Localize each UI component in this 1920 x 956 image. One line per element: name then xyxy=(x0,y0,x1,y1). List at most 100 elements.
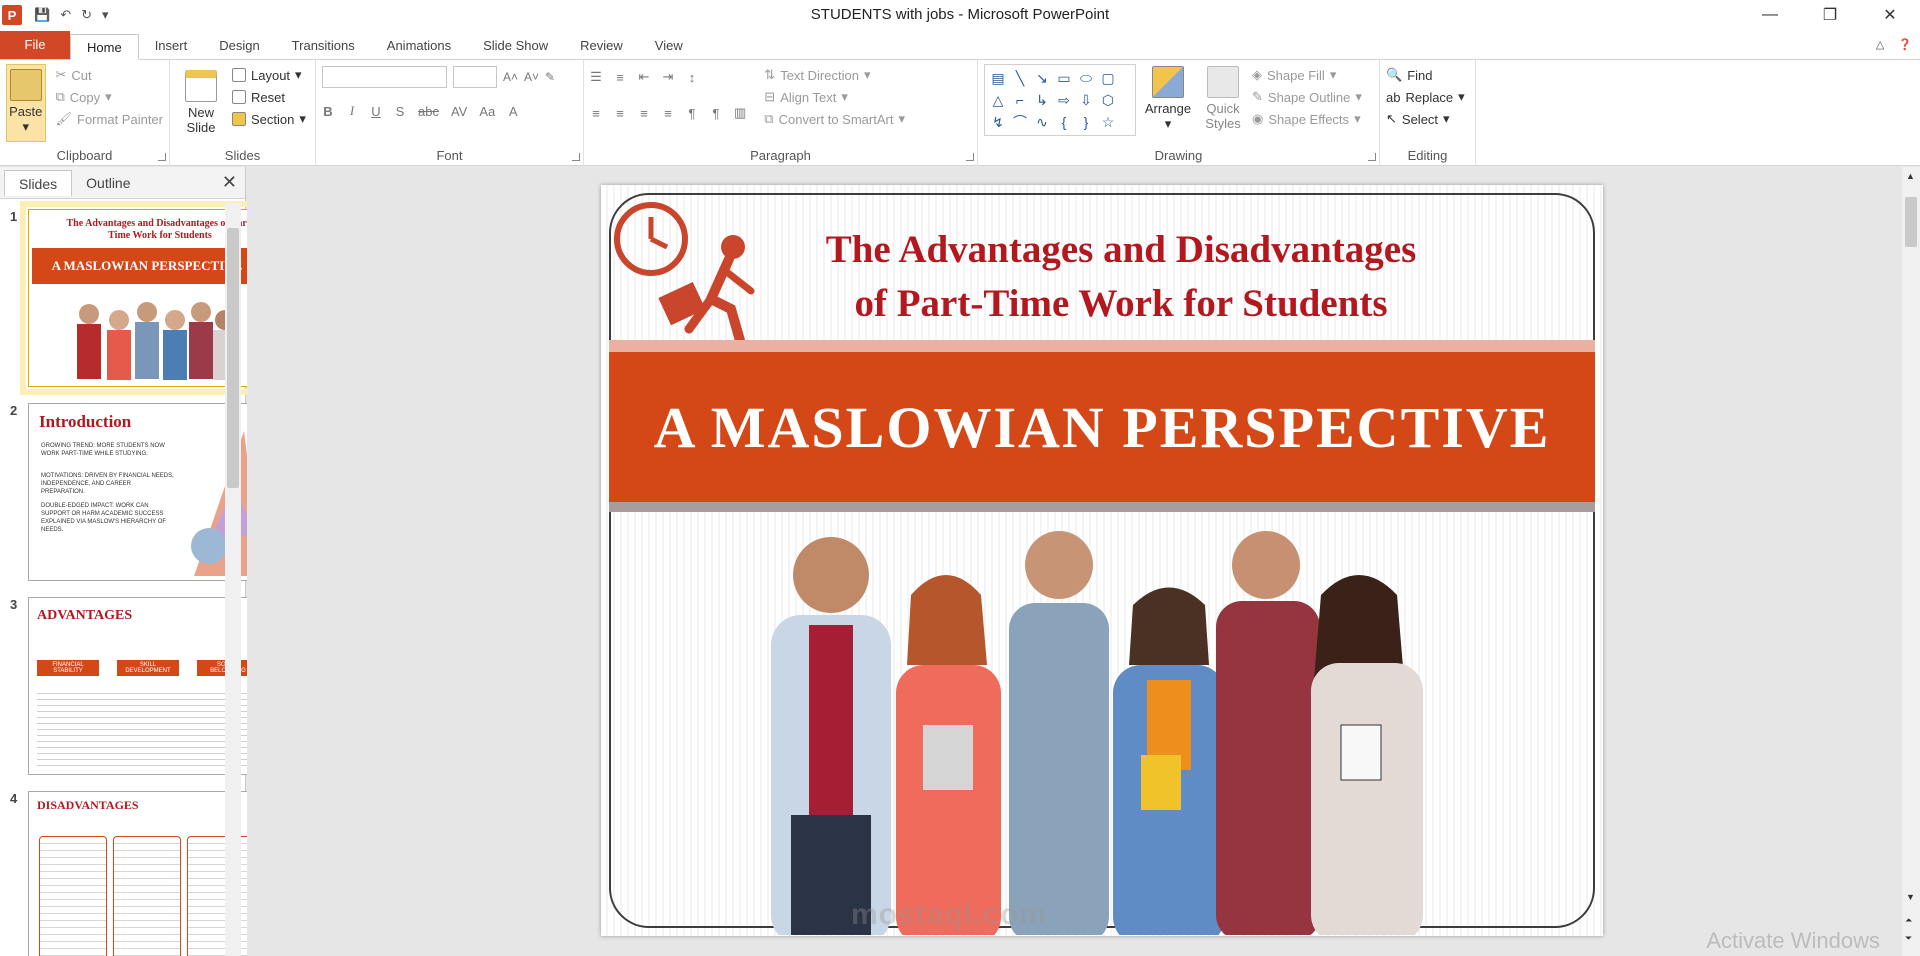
bullets-icon[interactable]: ☰ xyxy=(590,69,602,85)
drawing-launcher-icon[interactable] xyxy=(1368,153,1376,161)
align-right-icon[interactable]: ≡ xyxy=(638,106,650,121)
font-color-icon[interactable]: A xyxy=(507,104,519,119)
clipboard-launcher-icon[interactable] xyxy=(158,153,166,161)
convert-smartart-button[interactable]: ⧉ Convert to SmartArt ▾ xyxy=(764,108,905,130)
tab-animations[interactable]: Animations xyxy=(371,33,467,59)
oval-shape-icon[interactable]: ⬭ xyxy=(1076,68,1096,88)
new-slide-button[interactable]: New Slide xyxy=(176,64,226,135)
reset-button[interactable]: Reset xyxy=(232,86,306,108)
ltr-icon[interactable]: ¶ xyxy=(710,106,722,121)
columns-icon[interactable]: ▥ xyxy=(734,105,746,121)
redo-icon[interactable]: ↻ xyxy=(81,7,92,23)
customize-qat-icon[interactable]: ▾ xyxy=(102,7,109,23)
slide-title[interactable]: The Advantages and Disadvantages of Part… xyxy=(771,223,1471,331)
arrow-line-shape-icon[interactable]: ↘ xyxy=(1032,68,1052,88)
shape-fill-button[interactable]: ◈ Shape Fill ▾ xyxy=(1252,64,1362,86)
copy-button[interactable]: ⧉ Copy ▾ xyxy=(56,86,164,108)
align-center-icon[interactable]: ≡ xyxy=(614,106,626,121)
line-spacing-icon[interactable]: ↕ xyxy=(686,70,698,85)
close-button[interactable]: ✕ xyxy=(1860,0,1920,30)
replace-button[interactable]: ab Replace ▾ xyxy=(1386,86,1469,108)
star-shape-icon[interactable]: ☆ xyxy=(1098,112,1118,132)
font-family-combo[interactable] xyxy=(322,66,447,88)
tab-transitions[interactable]: Transitions xyxy=(276,33,371,59)
arc-shape-icon[interactable]: ⌒ xyxy=(1010,112,1030,132)
numbering-icon[interactable]: ≡ xyxy=(614,70,626,85)
rtl-icon[interactable]: ¶ xyxy=(686,106,698,121)
section-button[interactable]: Section ▾ xyxy=(232,108,306,130)
elbow-arrow-shape-icon[interactable]: ↳ xyxy=(1032,90,1052,110)
left-brace-shape-icon[interactable]: { xyxy=(1054,112,1074,132)
bold-icon[interactable]: B xyxy=(322,104,334,119)
format-painter-button[interactable]: 🖌 Format Painter xyxy=(56,108,164,130)
minimize-button[interactable]: — xyxy=(1740,0,1800,30)
shadow-icon[interactable]: S xyxy=(394,104,406,119)
layout-button[interactable]: Layout ▾ xyxy=(232,64,306,86)
down-arrow-shape-icon[interactable]: ⇩ xyxy=(1076,90,1096,110)
quick-styles-button[interactable]: Quick Styles xyxy=(1200,64,1246,136)
select-button[interactable]: ↖ Select ▾ xyxy=(1386,108,1469,130)
cut-button[interactable]: ✂ Cut xyxy=(56,64,164,86)
tab-slide-show[interactable]: Slide Show xyxy=(467,33,564,59)
decrease-indent-icon[interactable]: ⇤ xyxy=(638,69,650,85)
tab-slides[interactable]: Slides xyxy=(4,169,73,196)
textbox-shape-icon[interactable]: ▤ xyxy=(988,68,1008,88)
editor-vertical-scrollbar[interactable]: ▲ ▼ ⏶ ⏷ xyxy=(1902,167,1920,956)
tab-file[interactable]: File xyxy=(0,31,70,59)
prev-slide-icon[interactable]: ⏶ xyxy=(1905,915,1912,926)
curve-shape-icon[interactable]: ∿ xyxy=(1032,112,1052,132)
change-case-icon[interactable]: Aa xyxy=(479,104,495,119)
save-icon[interactable]: 💾 xyxy=(34,7,50,23)
font-launcher-icon[interactable] xyxy=(572,153,580,161)
shapes-gallery[interactable]: ▤ ╲ ↘ ▭ ⬭ ▢ △ ⌐ ↳ ⇨ ⇩ ⬡ ↯ ⌒ ∿ { } ☆ xyxy=(984,64,1136,136)
tab-home[interactable]: Home xyxy=(70,34,139,60)
char-spacing-icon[interactable]: AV xyxy=(451,104,467,119)
strikethrough-icon[interactable]: abc xyxy=(418,104,439,119)
shape-outline-button[interactable]: ✎ Shape Outline ▾ xyxy=(1252,86,1362,108)
right-brace-shape-icon[interactable]: } xyxy=(1076,112,1096,132)
text-direction-button[interactable]: ⇅ Text Direction ▾ xyxy=(764,64,905,86)
undo-icon[interactable]: ↶ xyxy=(60,7,71,23)
scroll-up-icon[interactable]: ▲ xyxy=(1906,171,1915,181)
elbow-shape-icon[interactable]: ⌐ xyxy=(1010,90,1030,110)
tab-design[interactable]: Design xyxy=(203,33,275,59)
hexagon-shape-icon[interactable]: ⬡ xyxy=(1098,90,1118,110)
line-shape-icon[interactable]: ╲ xyxy=(1010,68,1030,88)
help-icon[interactable]: ❓ xyxy=(1898,38,1912,51)
rounded-rect-shape-icon[interactable]: ▢ xyxy=(1098,68,1118,88)
italic-icon[interactable]: I xyxy=(346,103,358,119)
close-panel-icon[interactable]: ✕ xyxy=(222,172,237,193)
triangle-shape-icon[interactable]: △ xyxy=(988,90,1008,110)
align-text-button[interactable]: ⊟ Align Text ▾ xyxy=(764,86,905,108)
justify-icon[interactable]: ≡ xyxy=(662,106,674,121)
restore-button[interactable]: ❐ xyxy=(1800,0,1860,30)
subtitle-band[interactable]: A MASLOWIAN PERSPECTIVE xyxy=(609,352,1595,502)
tab-review[interactable]: Review xyxy=(564,33,639,59)
font-size-combo[interactable] xyxy=(453,66,497,88)
align-left-icon[interactable]: ≡ xyxy=(590,106,602,121)
powerpoint-app-icon[interactable]: P xyxy=(2,5,22,25)
scroll-down-icon[interactable]: ▼ xyxy=(1906,892,1915,902)
increase-indent-icon[interactable]: ⇥ xyxy=(662,69,674,85)
paragraph-launcher-icon[interactable] xyxy=(966,153,974,161)
tab-outline[interactable]: Outline xyxy=(72,170,144,196)
shrink-font-icon[interactable]: A˅ xyxy=(524,70,539,84)
tab-insert[interactable]: Insert xyxy=(139,33,204,59)
editor-scroll-thumb[interactable] xyxy=(1905,197,1917,247)
clear-formatting-icon[interactable]: ✎ xyxy=(545,70,555,84)
freeform-shape-icon[interactable]: ↯ xyxy=(988,112,1008,132)
find-button[interactable]: 🔍 Find xyxy=(1386,64,1469,86)
paste-button[interactable]: Paste ▾ xyxy=(6,64,46,142)
right-arrow-shape-icon[interactable]: ⇨ xyxy=(1054,90,1074,110)
tab-view[interactable]: View xyxy=(639,33,699,59)
underline-icon[interactable]: U xyxy=(370,104,382,119)
next-slide-icon[interactable]: ⏷ xyxy=(1905,933,1912,944)
panel-scrollbar[interactable] xyxy=(225,203,241,956)
rectangle-shape-icon[interactable]: ▭ xyxy=(1054,68,1074,88)
arrange-button[interactable]: Arrange ▾ xyxy=(1142,64,1194,136)
shape-effects-button[interactable]: ◉ Shape Effects ▾ xyxy=(1252,108,1362,130)
grow-font-icon[interactable]: A˄ xyxy=(503,70,518,84)
students-group-photo[interactable] xyxy=(711,515,1471,935)
slide-canvas[interactable]: The Advantages and Disadvantages of Part… xyxy=(601,185,1603,936)
minimize-ribbon-icon[interactable]: △ xyxy=(1876,38,1884,51)
